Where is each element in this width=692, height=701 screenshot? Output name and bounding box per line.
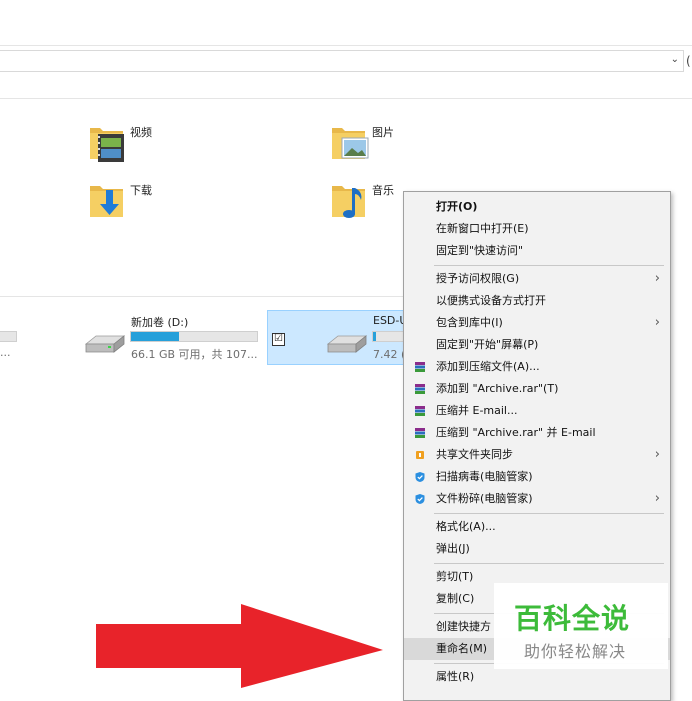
video-folder-icon [90,128,124,162]
folder-label: 音乐 [372,184,394,197]
address-bar-partial-char: ( [686,54,691,68]
menu-item-open-new-window[interactable]: 在新窗口中打开(E) [404,218,670,240]
red-arrow-pointer [96,604,383,688]
menu-item-compress-email[interactable]: 压缩并 E-mail... [404,400,670,422]
menu-item-add-archive-rar[interactable]: 添加到 "Archive.rar"(T) [404,378,670,400]
menu-item-add-archive[interactable]: 添加到压缩文件(A)... [404,356,670,378]
menu-separator [434,513,664,514]
chevron-down-icon[interactable]: ⌄ [671,54,679,65]
winrar-icon [415,384,425,394]
drive-icon [326,335,368,353]
menu-item-open[interactable]: 打开(O) [404,196,670,218]
header-divider [0,98,692,99]
folder-label: 视频 [130,126,152,139]
music-folder-icon [332,186,365,218]
winrar-icon [415,406,425,416]
watermark-title: 百科全说 [514,602,631,635]
menu-separator [434,265,664,266]
chevron-right-icon: › [654,447,660,462]
drive-usage-fill [131,332,179,341]
menu-item-include-library[interactable]: 包含到库中(I) › [404,312,670,334]
drive-partial-bar [0,331,17,342]
menu-separator [434,563,664,564]
chevron-right-icon: › [654,271,660,286]
drive-usage-bar [130,331,258,342]
address-bar[interactable]: ⌄ [0,50,684,72]
section-divider [0,296,405,297]
menu-item-pin-quick-access[interactable]: 固定到"快速访问" [404,240,670,262]
shield-icon [415,494,425,504]
menu-item-grant-access[interactable]: 授予访问权限(G) › [404,268,670,290]
menu-item-format[interactable]: 格式化(A)... [404,516,670,538]
downloads-folder-icon [90,186,123,217]
toolbar-divider [0,45,692,46]
menu-item-scan-virus[interactable]: 扫描病毒(电脑管家) [404,466,670,488]
sync-folder-icon [416,451,424,459]
menu-item-compress-rar-email[interactable]: 压缩到 "Archive.rar" 并 E-mail [404,422,670,444]
menu-item-shred-file[interactable]: 文件粉碎(电脑管家) › [404,488,670,510]
menu-item-pin-start[interactable]: 固定到"开始"屏幕(P) [404,334,670,356]
selection-checkbox[interactable]: ☑ [272,333,285,346]
drive-partial-size: ... [0,346,11,359]
pictures-folder-icon [332,128,369,159]
watermark: 百科全说 助你轻松解决 [494,583,668,669]
drive-usage-bar [372,331,405,342]
drive-icon [84,335,126,353]
chevron-right-icon: › [654,491,660,506]
menu-item-properties[interactable]: 属性(R) [404,666,670,688]
drive-name: 新加卷 (D:) [131,316,189,329]
drive-usage-fill [373,332,377,341]
winrar-icon [415,428,425,438]
menu-item-share-sync[interactable]: 共享文件夹同步 › [404,444,670,466]
watermark-subtitle: 助你轻松解决 [524,642,627,661]
menu-item-eject[interactable]: 弹出(J) [404,538,670,560]
drive-size: 7.42 ( [373,348,406,361]
chevron-right-icon: › [654,315,660,330]
folder-label: 图片 [372,126,394,139]
folder-label: 下载 [130,184,152,197]
winrar-icon [415,362,425,372]
menu-item-open-portable[interactable]: 以便携式设备方式打开 [404,290,670,312]
shield-icon [415,472,425,482]
drive-size: 66.1 GB 可用，共 107... [131,348,258,361]
